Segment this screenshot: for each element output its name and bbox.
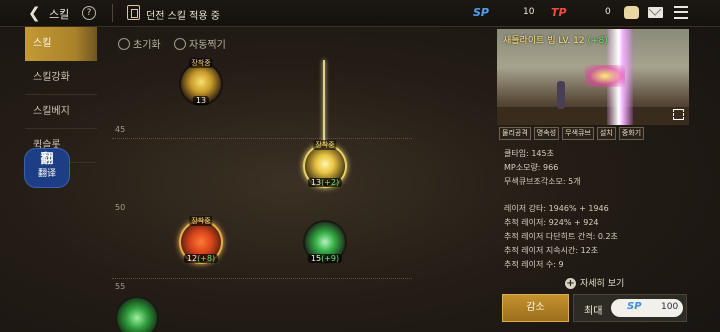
level-marker-45: 45: [115, 125, 126, 134]
question-icon[interactable]: ?: [82, 6, 96, 20]
laser-strength-text: 레이저 강타: 1946% + 1946: [504, 204, 609, 213]
skill-link-line: [323, 60, 325, 146]
skill-preview-video[interactable]: 새틀라이트 빔 LV. 12 (+8): [497, 29, 689, 125]
sp-pill-label: SP: [627, 301, 642, 312]
skill-slot[interactable]: 장착중 13: [181, 58, 221, 105]
skill-tag: 설치: [596, 127, 616, 140]
plus-icon: +: [565, 278, 576, 289]
auto-learn-icon: [174, 38, 186, 50]
level-marker-55: 55: [115, 282, 126, 291]
skill-detail-panel: 새틀라이트 빔 LV. 12 (+8) 물리공격 명속성 무색큐브 설치 중화기…: [497, 29, 689, 332]
menu-icon[interactable]: [674, 6, 688, 19]
mp-cost-text: MP소모량: 966: [504, 163, 559, 172]
decrease-button[interactable]: 감소: [502, 294, 569, 322]
cube-cost-text: 무색큐브조각소모: 5개: [504, 177, 581, 186]
preview-character: [557, 81, 565, 109]
reset-icon: [118, 38, 130, 50]
skill-name: 새틀라이트 빔 LV. 12 (+8): [503, 36, 608, 46]
back-arrow-icon[interactable]: ❮: [28, 4, 46, 22]
top-bar: ❮ 스킬 ? 던전 스킬 적용 중 SP 10 TP 0: [0, 0, 720, 27]
preview-floor: [497, 107, 689, 125]
cooldown-text: 쿨타임: 145초: [504, 149, 554, 158]
view-details-button[interactable]: + 자세히 보기: [565, 276, 624, 289]
tp-label: TP: [551, 6, 567, 19]
sidebar-item-skill[interactable]: 스킬: [25, 27, 97, 61]
skill-tags: 물리공격 명속성 무색큐브 설치 중화기: [499, 127, 645, 140]
multi-hit-interval-text: 추적 레이저 다단히트 간격: 0.2초: [504, 232, 618, 241]
dungeon-skill-status: 던전 스킬 적용 중: [146, 11, 220, 22]
skill-slot[interactable]: 장착중 13(+2): [305, 140, 345, 187]
mail-icon[interactable]: [648, 7, 663, 18]
skill-level: 15(+9): [307, 254, 343, 263]
divider: [112, 4, 113, 22]
preview-effect: [585, 65, 625, 87]
skill-tag: 중화기: [618, 127, 645, 140]
auto-learn-label: 자동찍기: [189, 40, 226, 51]
skill-icon: [117, 298, 157, 332]
level-marker-50: 50: [115, 203, 126, 212]
page-title: 스킬: [49, 8, 70, 21]
sp-pill-value: 100: [661, 302, 679, 312]
skill-level: 12(+8): [183, 254, 219, 263]
skill-tag: 무색큐브: [562, 127, 594, 140]
auto-learn-button[interactable]: 자동찍기: [174, 36, 226, 51]
max-label: 최대: [584, 306, 603, 317]
reset-label: 초기화: [133, 40, 161, 51]
equipped-badge: 장착중: [189, 58, 213, 68]
tracking-laser-text: 추적 레이저: 924% + 924: [504, 218, 599, 227]
sp-label: SP: [473, 6, 489, 19]
skill-tag: 명속성: [533, 127, 560, 140]
skill-level: 13(+2): [307, 178, 343, 187]
level-divider: [112, 278, 412, 279]
translate-button[interactable]: 翻 翻译: [24, 148, 70, 188]
sidebar-item-skill-set[interactable]: 스킬베지: [25, 95, 97, 129]
dungeon-door-icon: [127, 5, 140, 20]
sidebar-item-skill-enhance[interactable]: 스킬강화: [25, 61, 97, 95]
view-details-label: 자세히 보기: [580, 279, 625, 289]
sp-cost-pill: SP 100: [611, 299, 683, 317]
translate-icon: 翻: [40, 152, 54, 167]
skill-tag: 물리공격: [499, 127, 531, 140]
skill-slot[interactable]: [117, 298, 157, 332]
skill-level: 13: [192, 96, 210, 105]
laser-count-text: 추적 레이저 수: 9: [504, 260, 564, 269]
level-divider: [112, 138, 412, 139]
expand-icon[interactable]: [673, 109, 684, 120]
reset-button[interactable]: 초기화: [118, 36, 161, 51]
translate-label: 翻译: [37, 169, 56, 179]
tp-value: 0: [605, 7, 611, 17]
equipped-badge: 장착중: [189, 216, 213, 226]
equipped-badge: 장착중: [313, 140, 337, 150]
skill-slot[interactable]: 15(+9): [305, 222, 345, 263]
skill-slot-selected[interactable]: 장착중 12(+8): [181, 216, 221, 263]
max-sp-control[interactable]: 최대 SP 100: [573, 294, 687, 322]
duration-text: 추적 레이저 지속시간: 12초: [504, 246, 599, 255]
sp-value: 10: [523, 7, 535, 17]
gold-pouch-icon[interactable]: [624, 6, 639, 19]
